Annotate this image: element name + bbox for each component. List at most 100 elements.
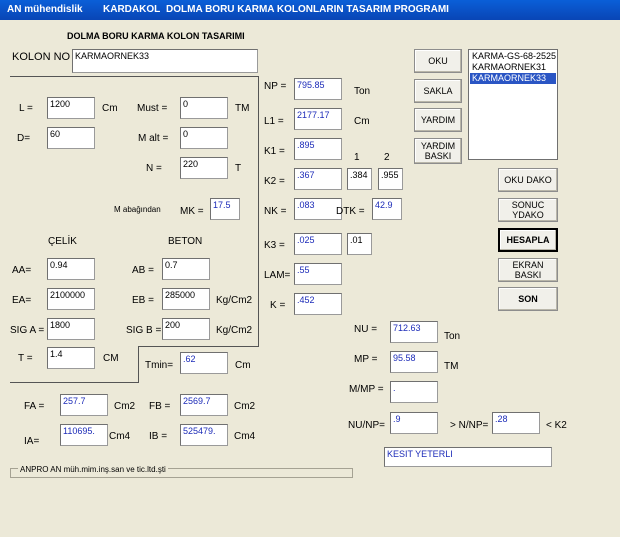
ia-label: IA= <box>24 436 40 447</box>
nunp-output: .9 <box>390 412 438 434</box>
fb-unit: Cm2 <box>234 401 256 412</box>
col1-label: 1 <box>354 152 360 163</box>
malt-label: M alt = <box>138 133 169 144</box>
ib-output: 525479. <box>180 424 228 446</box>
sakla-button[interactable]: SAKLA <box>414 79 462 103</box>
lam-output: .55 <box>294 263 342 285</box>
mp-unit: TM <box>444 361 459 372</box>
lam-label: LAM= <box>264 270 291 281</box>
k-label: K = <box>270 300 286 311</box>
celik-heading: ÇELİK <box>48 236 77 247</box>
siga-input[interactable]: 1800 <box>47 318 95 340</box>
title-bar: AN mühendislik KARDAKOL DOLMA BORU KARMA… <box>0 0 620 20</box>
oku-button[interactable]: OKU <box>414 49 462 73</box>
k1-output: .895 <box>294 138 342 160</box>
divider-top <box>10 76 258 77</box>
dtk-output: 42.9 <box>372 198 402 220</box>
must-label: Must = <box>137 103 168 114</box>
np-output: 795.85 <box>294 78 342 100</box>
l1-unit: Cm <box>354 116 370 127</box>
col2-label: 2 <box>384 152 390 163</box>
k2-compare-label: < K2 <box>546 420 567 431</box>
divider-vertical <box>258 76 259 346</box>
l-label: L = <box>19 103 33 114</box>
ia-output: 110695. <box>60 424 108 446</box>
fb-label: FB = <box>149 401 171 412</box>
hesapla-button[interactable]: HESAPLA <box>498 228 558 252</box>
ab-input[interactable]: 0.7 <box>162 258 210 280</box>
beton-heading: BETON <box>168 236 203 247</box>
fb-output: 2569.7 <box>180 394 228 416</box>
ea-label: EA= <box>12 295 32 306</box>
ib-unit: Cm4 <box>234 431 256 442</box>
aa-input[interactable]: 0.94 <box>47 258 95 280</box>
son-button[interactable]: SON <box>498 287 558 311</box>
sonuc-ydako-button[interactable]: SONUC YDAKO <box>498 198 558 222</box>
eb-input[interactable]: 285000 <box>162 288 210 310</box>
k2-output-2: .955 <box>378 168 403 190</box>
list-item[interactable]: KARMA-GS-68-2525 <box>470 51 556 62</box>
mmp-label: M/MP = <box>349 384 384 395</box>
n-input[interactable]: 220 <box>180 157 228 179</box>
app-title: AN mühendislik <box>7 4 83 15</box>
nu-label: NU = <box>354 324 378 335</box>
k2-output-1: .384 <box>347 168 372 190</box>
k3-label: K3 = <box>264 240 285 251</box>
kolon-no-input[interactable]: KARMAORNEK33 <box>72 49 258 73</box>
n-label: N = <box>146 163 162 174</box>
module-title: KARDAKOL <box>103 4 161 15</box>
malt-input[interactable]: 0 <box>180 127 228 149</box>
np-unit: Ton <box>354 86 371 97</box>
l-input[interactable]: 1200 <box>47 97 95 119</box>
d-label: D= <box>17 133 31 144</box>
nk-label: NK = <box>264 206 287 217</box>
sigb-unit: Kg/Cm2 <box>216 325 253 336</box>
program-title: DOLMA BORU KARMA KOLONLARIN TASARIM PROG… <box>166 4 449 15</box>
fa-output: 257.7 <box>60 394 108 416</box>
nunp-label: NU/NP= <box>348 420 385 431</box>
oku-dako-button[interactable]: OKU DAKO <box>498 168 558 192</box>
k2-output: .367 <box>294 168 342 190</box>
t-label: T = <box>18 353 33 364</box>
ekran-baski-button[interactable]: EKRAN BASKI <box>498 258 558 282</box>
t-input[interactable]: 1.4 <box>47 347 95 369</box>
sonuc-label-1: SONUC <box>511 200 545 210</box>
siga-label: SIG A = <box>10 325 45 336</box>
sonuc-label-2: YDAKO <box>512 210 544 220</box>
ea-input[interactable]: 2100000 <box>47 288 95 310</box>
l1-output: 2177.17 <box>294 108 342 130</box>
list-item-selected[interactable]: KARMAORNEK33 <box>470 73 556 84</box>
t-unit: CM <box>103 353 119 364</box>
must-input[interactable]: 0 <box>180 97 228 119</box>
aa-label: AA= <box>12 265 32 276</box>
nu-unit: Ton <box>444 331 461 342</box>
yardim-baski-label-2: BASKI <box>424 151 452 161</box>
divider-step <box>138 346 139 382</box>
mk-input[interactable]: 17.5 <box>210 198 240 220</box>
eb-unit: Kg/Cm2 <box>216 295 253 306</box>
kolon-listbox[interactable]: KARMA-GS-68-2525 KARMAORNEK31 KARMAORNEK… <box>468 49 558 160</box>
d-input[interactable]: 60 <box>47 127 95 149</box>
kolon-no-label: KOLON NO <box>12 51 71 63</box>
nu-output: 712.63 <box>390 321 438 343</box>
ab-label: AB = <box>132 265 154 276</box>
mp-label: MP = <box>354 354 378 365</box>
yardim-button[interactable]: YARDIM <box>414 108 462 132</box>
k3-output-2: .01 <box>347 233 372 255</box>
n-unit: T <box>235 163 242 174</box>
nnp-output: .28 <box>492 412 540 434</box>
list-item[interactable]: KARMAORNEK31 <box>470 62 556 73</box>
yardim-baski-button[interactable]: YARDIM BASKI <box>414 138 462 164</box>
sigb-label: SIG B = <box>126 325 162 336</box>
must-unit: TM <box>235 103 250 114</box>
ia-unit: Cm4 <box>109 431 131 442</box>
tmin-label: Tmin= <box>145 360 174 371</box>
result-status: KESIT YETERLI <box>384 447 552 467</box>
l-unit: Cm <box>102 103 118 114</box>
k3-output: .025 <box>294 233 342 255</box>
mp-output: 95.58 <box>390 351 438 373</box>
sigb-input[interactable]: 200 <box>162 318 210 340</box>
ib-label: IB = <box>149 431 168 442</box>
nk-output: .083 <box>294 198 342 220</box>
l1-label: L1 = <box>264 116 284 127</box>
